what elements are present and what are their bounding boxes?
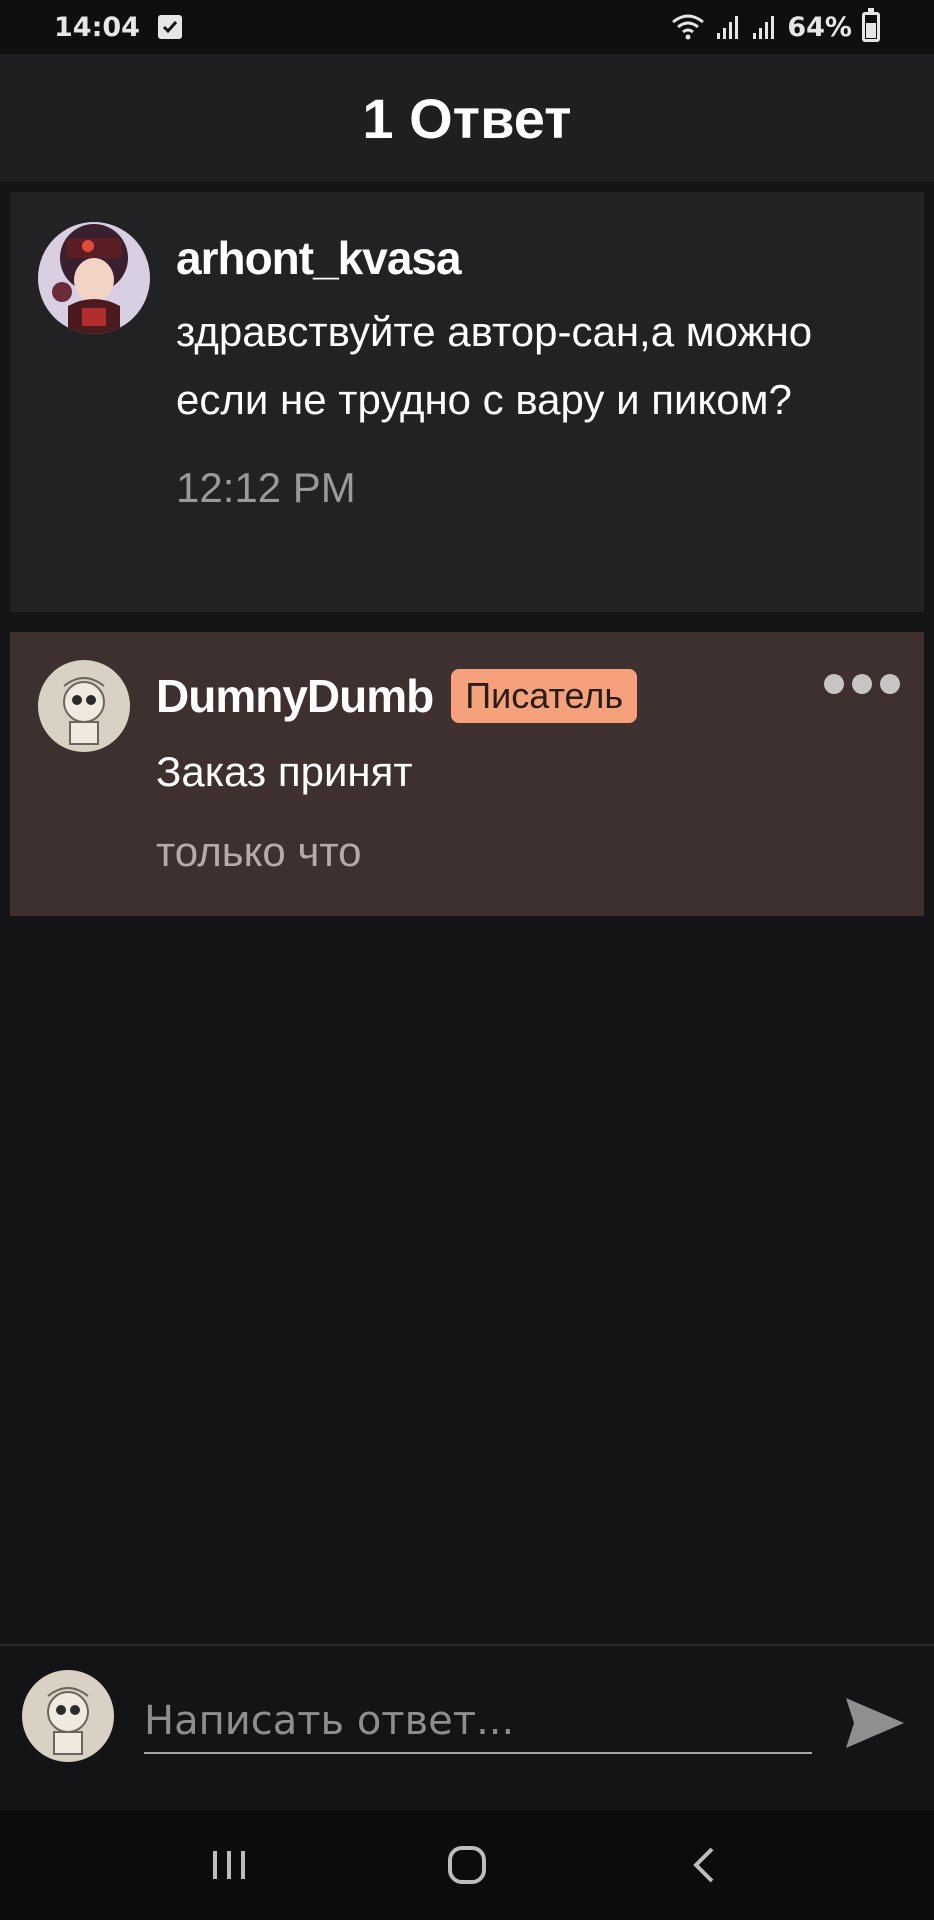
reply-input[interactable] (144, 1690, 812, 1754)
status-time: 14:04 (54, 11, 140, 43)
send-icon[interactable] (842, 1690, 908, 1756)
status-left: 14:04 (54, 12, 182, 43)
status-right: 64% (671, 8, 880, 43)
avatar[interactable] (38, 222, 150, 334)
role-badge: Писатель (451, 669, 638, 723)
reply-input-bar (0, 1644, 934, 1810)
battery-percent: 64% (787, 11, 852, 43)
battery-icon (862, 8, 880, 42)
comment-body: DumnyDumb Писатель Заказ принят только ч… (156, 660, 900, 916)
signal-icon-1 (717, 16, 739, 39)
page-title: 1 Ответ (362, 86, 572, 150)
comment-timestamp: только что (156, 828, 362, 875)
status-bar: 14:04 64% (0, 0, 934, 54)
user-avatar (22, 1670, 114, 1762)
reply-comment: DumnyDumb Писатель Заказ принят только ч… (10, 632, 924, 916)
author-name[interactable]: DumnyDumb (156, 669, 434, 723)
wifi-icon (672, 14, 705, 40)
more-options-button[interactable] (824, 674, 900, 694)
avatar[interactable] (38, 660, 130, 752)
header: 1 Ответ (0, 54, 934, 182)
dot-icon (880, 674, 900, 694)
dot-icon (852, 674, 872, 694)
comment-text: здравствуйте автор-сан,а можно если не т… (176, 308, 813, 423)
recent-apps-icon[interactable] (199, 1835, 259, 1895)
comment-timestamp: 12:12 PM (176, 464, 356, 511)
author-name[interactable]: arhont_kvasa (176, 231, 462, 285)
author-row: arhont_kvasa (176, 222, 900, 294)
system-nav-bar (0, 1810, 934, 1920)
comment-text: Заказ принят (156, 748, 413, 795)
signal-icon-2 (753, 16, 775, 39)
back-icon[interactable] (675, 1835, 735, 1895)
app-root: 14:04 64% 1 Ответ arhont_kvasa здравству… (0, 0, 934, 1920)
dot-icon (824, 674, 844, 694)
original-comment: arhont_kvasa здравствуйте автор-сан,а мо… (10, 192, 924, 612)
comment-body: arhont_kvasa здравствуйте автор-сан,а мо… (176, 222, 900, 612)
home-icon[interactable] (437, 1835, 497, 1895)
checkbox-notification-icon (157, 15, 182, 39)
author-row: DumnyDumb Писатель (156, 660, 900, 732)
